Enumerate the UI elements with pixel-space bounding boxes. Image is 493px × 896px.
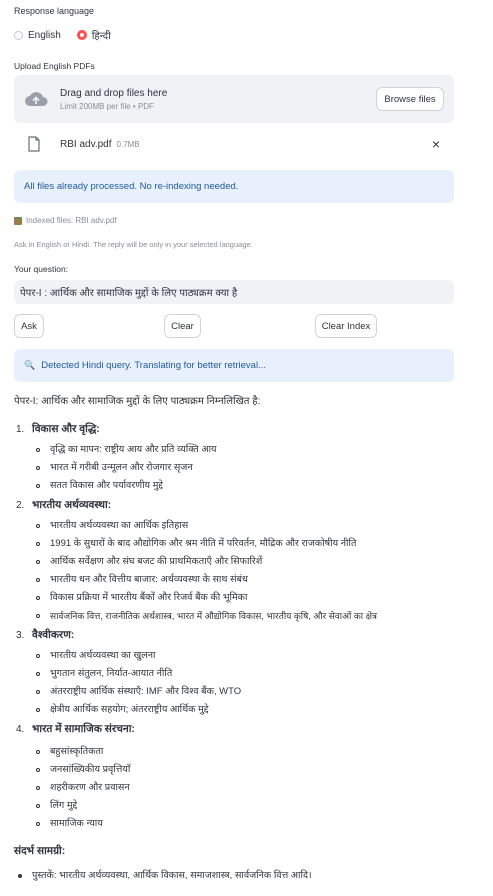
section-2-list: भारतीय अर्थव्यवस्था का आर्थिक इतिहास 199…: [14, 517, 464, 625]
dropzone-limit: Limit 200MB per file • PDF: [60, 101, 154, 111]
list-item: भुगतान संतुलन, निर्यात-आयात नीति: [14, 665, 464, 683]
file-cabinet-icon: [14, 216, 22, 225]
section-1-title: विकास और वृद्धि:: [32, 423, 100, 435]
detected-query-text: Detected Hindi query. Translating for be…: [41, 360, 266, 371]
ask-button[interactable]: Ask: [14, 314, 44, 338]
question-input-value: पेपर-I : आर्थिक और सामाजिक मुद्दों के लि…: [20, 288, 238, 299]
section-3-heading: 3. वैश्वीकरण:: [14, 625, 464, 645]
radio-english[interactable]: English: [14, 30, 61, 41]
dropzone-title: Drag and drop files here: [60, 87, 168, 99]
radio-english-circle[interactable]: [14, 30, 23, 40]
list-item: सार्वजनिक वित्त, राजनीतिक अर्थशास्त्र, भ…: [14, 607, 464, 625]
processed-info-text: All files already processed. No re-index…: [24, 181, 239, 192]
close-icon[interactable]: ×: [432, 136, 440, 152]
list-item: बहुसांस्कृतिकता: [14, 743, 464, 761]
response-language-radio-group: English हिन्दी: [14, 28, 121, 42]
references-heading: संदर्भ सामग्री:: [14, 845, 66, 857]
processed-info-alert: All files already processed. No re-index…: [14, 170, 454, 203]
clear-index-button[interactable]: Clear Index: [315, 314, 377, 338]
detected-query-alert: 🔍 Detected Hindi query. Translating for …: [14, 349, 454, 382]
section-4-heading: 4. भारत में सामाजिक संरचना:: [14, 719, 464, 739]
answer-intro: पेपर-I: आर्थिक और सामाजिक मुद्दों के लिए…: [14, 396, 261, 407]
indexed-files-text: Indexed files: RBI adv.pdf: [26, 216, 117, 225]
section-3-number: 3.: [16, 630, 25, 641]
uploaded-file-row: RBI adv.pdf 0.7MB ×: [14, 127, 454, 161]
section-3-list: भारतीय अर्थव्यवस्था का खुलना भुगतान संतु…: [14, 647, 464, 719]
list-item: अंतरराष्ट्रीय आर्थिक संस्थाएँ: IMF और वि…: [14, 683, 464, 701]
question-input[interactable]: पेपर-I : आर्थिक और सामाजिक मुद्दों के लि…: [14, 280, 454, 304]
list-item: क्षेत्रीय आर्थिक सहयोग; अंतरराष्ट्रीय आर…: [14, 701, 464, 719]
section-1-list: वृद्धि का मापन: राष्ट्रीय आय और प्रति व्…: [14, 441, 464, 495]
radio-hindi-circle[interactable]: [76, 30, 87, 40]
section-4-title: भारत में सामाजिक संरचना:: [32, 723, 135, 735]
response-language-label: Response language: [14, 6, 95, 16]
indexed-files-caption: Indexed files: RBI adv.pdf: [14, 216, 117, 225]
clear-button[interactable]: Clear: [164, 314, 201, 338]
list-item: भारतीय अर्थव्यवस्था का आर्थिक इतिहास: [14, 517, 464, 535]
references-bullet: [18, 874, 22, 878]
list-item: जनसांख्यिकीय प्रवृत्तियाँ: [14, 761, 464, 779]
file-size: 0.7MB: [116, 139, 140, 149]
question-label: Your question:: [14, 264, 69, 274]
radio-hindi-label: हिन्दी: [91, 31, 111, 42]
list-item: भारतीय धन और वित्तीय बाजार: अर्थव्यवस्था…: [14, 571, 464, 589]
language-hint: Ask in English or Hindi. The reply will …: [14, 240, 253, 249]
list-item: 1991 के सुधारों के बाद औद्योगिक और श्रम …: [14, 535, 464, 553]
answer-block: पेपर-I: आर्थिक और सामाजिक मुद्दों के लिए…: [14, 393, 464, 885]
list-item: भारतीय अर्थव्यवस्था का खुलना: [14, 647, 464, 665]
section-1-heading: 1. विकास और वृद्धि:: [14, 419, 464, 439]
radio-hindi[interactable]: हिन्दी: [76, 28, 111, 42]
list-item: विकास प्रक्रिया में भारतीय बैंकों और रिज…: [14, 589, 464, 607]
radio-english-label: English: [28, 29, 61, 41]
section-1-number: 1.: [16, 424, 25, 435]
list-item: शहरीकरण और प्रवासन: [14, 779, 464, 797]
upload-label: Upload English PDFs: [14, 61, 95, 71]
references-text: पुस्तकें: भारतीय अर्थव्यवस्था, आर्थिक वि…: [32, 870, 312, 881]
section-2-heading: 2. भारतीय अर्थव्यवस्था:: [14, 495, 464, 515]
section-3-title: वैश्वीकरण:: [32, 629, 75, 641]
references-item: पुस्तकें: भारतीय अर्थव्यवस्था, आर्थिक वि…: [14, 867, 464, 885]
list-item: भारत में गरीबी उन्मूलन और रोजगार सृजन: [14, 459, 464, 477]
list-item: सतत विकास और पर्यावरणीय मुद्दे: [14, 477, 464, 495]
list-item: वृद्धि का मापन: राष्ट्रीय आय और प्रति व्…: [14, 441, 464, 459]
list-item: आर्थिक सर्वेक्षण और संघ बजट की प्राथमिकत…: [14, 553, 464, 571]
cloud-upload-icon: [25, 92, 48, 106]
section-4-list: बहुसांस्कृतिकता जनसांख्यिकीय प्रवृत्तिया…: [14, 743, 464, 833]
section-4-number: 4.: [16, 724, 25, 735]
section-2-number: 2.: [16, 500, 25, 511]
browse-files-button[interactable]: Browse files: [376, 87, 444, 111]
section-2-title: भारतीय अर्थव्यवस्था:: [32, 499, 112, 511]
file-dropzone[interactable]: Drag and drop files here Limit 200MB per…: [14, 75, 454, 123]
list-item: सामाजिक न्याय: [14, 815, 464, 833]
file-name: RBI adv.pdf: [60, 138, 112, 150]
file-icon: [28, 136, 40, 152]
list-item: लिंग मुद्दे: [14, 797, 464, 815]
magnifier-icon: 🔍: [24, 360, 36, 370]
